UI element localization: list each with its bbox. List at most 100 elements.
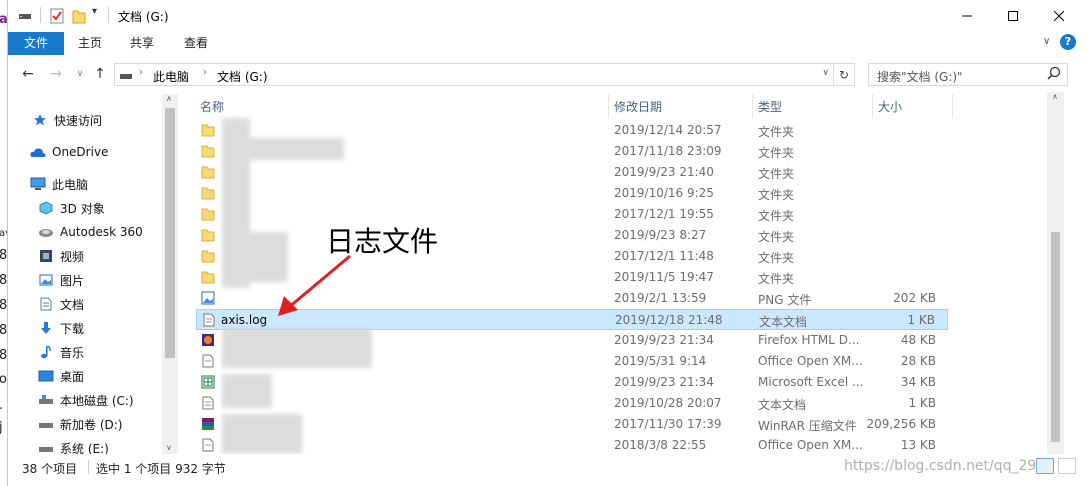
download-icon xyxy=(38,320,54,336)
folder-icon xyxy=(201,249,215,263)
scroll-up-icon[interactable]: ∧ xyxy=(1052,92,1058,101)
address-row: ← → ∨ ↑ › 此电脑 › 文档 (G:) ∨ ↻ 搜索"文档 (G:)" xyxy=(8,59,1089,89)
list-scrollbar[interactable]: ∧ xyxy=(1047,92,1064,454)
tab-home[interactable]: 主页 xyxy=(66,32,114,55)
sidebar-item-autodesk-360[interactable]: Autodesk 360 xyxy=(38,222,143,242)
close-button[interactable] xyxy=(1036,0,1082,31)
search-input[interactable]: 搜索"文档 (G:)" xyxy=(877,68,963,85)
back-button[interactable]: ← xyxy=(18,64,38,84)
maximize-icon xyxy=(1008,10,1018,21)
file-type: 文本文档 xyxy=(758,398,807,412)
sidebar-item-drive-e[interactable]: 系统 (E:) xyxy=(38,438,109,454)
table-row[interactable]: 2019/9/23 8:27 文件夹 xyxy=(196,225,948,246)
column-header-size[interactable]: 大小 xyxy=(878,98,902,115)
file-type: Microsoft Excel ... xyxy=(758,375,864,389)
sidebar-item-label: 桌面 xyxy=(60,369,85,384)
sidebar-item-drive-d[interactable]: 新加卷 (D:) xyxy=(38,414,122,434)
status-bar: 38 个项目 选中 1 个项目 932 字节 https://blog.csdn… xyxy=(8,456,1089,486)
file-size: 209,256 KB xyxy=(866,417,936,431)
privacy-blur xyxy=(222,414,302,454)
table-row[interactable]: 2019/10/28 20:07 文本文档 1 KB xyxy=(196,393,948,414)
column-header-type[interactable]: 类型 xyxy=(758,98,782,115)
sidebar-item-quick-access[interactable]: 快速访问 xyxy=(32,110,102,130)
file-size: 202 KB xyxy=(893,291,936,305)
column-header-name[interactable]: 名称 xyxy=(200,98,224,115)
sidebar-item-label: Autodesk 360 xyxy=(60,225,143,239)
list-scroll-thumb[interactable] xyxy=(1051,232,1060,442)
table-row[interactable]: 2019/9/23 21:40 文件夹 xyxy=(196,162,948,183)
file-type: 文件夹 xyxy=(758,188,795,202)
file-type: Firefox HTML D... xyxy=(758,333,860,347)
search-icon[interactable] xyxy=(1047,66,1061,83)
sidebar-item-label: 新加卷 (D:) xyxy=(60,417,123,432)
tab-view[interactable]: 查看 xyxy=(170,32,222,55)
file-type: 文件夹 xyxy=(758,167,795,181)
sidebar-item-3d-objects[interactable]: 3D 对象 xyxy=(38,198,105,218)
help-icon[interactable]: ? xyxy=(1060,34,1076,50)
file-date: 2019/11/5 19:47 xyxy=(614,270,714,284)
arrow-right-icon: → xyxy=(50,66,62,82)
sidebar-item-documents[interactable]: 文档 xyxy=(38,294,84,314)
sidebar-item-downloads[interactable]: 下载 xyxy=(38,318,84,338)
table-row[interactable]: 2019/9/23 21:34 Microsoft Excel ... 34 KB xyxy=(196,372,948,393)
minimize-button[interactable] xyxy=(944,0,990,31)
expand-ribbon-icon[interactable]: ∨ xyxy=(1043,36,1050,47)
drive-icon xyxy=(38,416,54,432)
sidebar-item-videos[interactable]: 视频 xyxy=(38,246,84,266)
sidebar-item-music[interactable]: 音乐 xyxy=(38,342,84,362)
privacy-blur xyxy=(222,374,272,408)
column-divider xyxy=(608,94,609,118)
file-size: 34 KB xyxy=(900,375,936,389)
scroll-down-icon[interactable]: ∨ xyxy=(166,443,172,452)
computer-icon xyxy=(30,176,46,192)
table-row[interactable]: 2017/11/30 17:39 WinRAR 压缩文件 209,256 KB xyxy=(196,414,948,435)
address-dropdown-icon[interactable]: ∨ xyxy=(822,68,829,78)
file-type: 文本文档 xyxy=(759,315,808,329)
drive-icon xyxy=(38,440,54,454)
refresh-button[interactable]: ↻ xyxy=(834,63,855,86)
table-row[interactable]: 2017/12/1 19:55 文件夹 xyxy=(196,204,948,225)
customize-toolbar-icon[interactable]: ▾ xyxy=(92,6,97,17)
sidebar-item-drive-c[interactable]: 本地磁盘 (C:) xyxy=(38,390,134,410)
sidebar-item-label: 图片 xyxy=(60,273,85,288)
breadcrumb-drive-g[interactable]: 文档 (G:) xyxy=(217,68,268,85)
table-row[interactable]: 2018/3/8 22:55 Office Open XM... 13 KB xyxy=(196,435,948,454)
document-icon xyxy=(38,296,54,312)
sidebar-item-onedrive[interactable]: OneDrive xyxy=(30,142,108,162)
folder-icon xyxy=(201,207,215,221)
recent-locations-button[interactable]: ∨ xyxy=(70,64,90,84)
file-date: 2017/11/18 23:09 xyxy=(614,144,722,158)
sidebar-item-label: 视频 xyxy=(60,249,85,264)
file-date: 2019/9/23 21:34 xyxy=(614,333,714,347)
file-date: 2019/9/23 21:34 xyxy=(614,375,714,389)
tab-file[interactable]: 文件 xyxy=(8,32,64,55)
sidebar-item-desktop[interactable]: 桌面 xyxy=(38,366,84,386)
word-file-icon xyxy=(201,354,215,368)
maximize-button[interactable] xyxy=(990,0,1036,31)
sidebar-item-pictures[interactable]: 图片 xyxy=(38,270,84,290)
arrow-left-icon: ← xyxy=(22,66,34,82)
column-header-date[interactable]: 修改日期 xyxy=(614,98,662,115)
address-bar[interactable]: › 此电脑 › 文档 (G:) ∨ xyxy=(114,63,834,86)
nav-scrollbar[interactable]: ∧ ∨ xyxy=(162,94,178,454)
ribbon-tabs: 文件 主页 共享 查看 ∨ ? xyxy=(8,32,1089,56)
column-divider xyxy=(872,94,873,118)
search-box[interactable]: 搜索"文档 (G:)" xyxy=(868,63,1068,86)
breadcrumb-this-pc[interactable]: 此电脑 xyxy=(153,68,189,85)
up-button[interactable]: ↑ xyxy=(90,64,110,84)
item-count: 38 个项目 xyxy=(22,462,78,476)
file-type: 文件夹 xyxy=(758,272,795,286)
table-row[interactable]: 2019/10/16 9:25 文件夹 xyxy=(196,183,948,204)
tab-share[interactable]: 共享 xyxy=(118,32,166,55)
new-folder-icon[interactable] xyxy=(72,8,86,27)
file-type: 文件夹 xyxy=(758,251,795,265)
details-view-icon[interactable] xyxy=(1036,458,1054,474)
nav-scroll-thumb[interactable] xyxy=(165,108,175,358)
scroll-up-icon[interactable]: ∧ xyxy=(166,94,172,103)
drive-icon[interactable] xyxy=(18,8,32,25)
properties-icon[interactable] xyxy=(50,8,64,27)
arrow-up-icon: ↑ xyxy=(94,66,106,82)
forward-button[interactable]: → xyxy=(46,64,66,84)
sidebar-item-this-pc[interactable]: 此电脑 xyxy=(30,174,88,194)
large-icons-view-icon[interactable] xyxy=(1058,458,1076,474)
